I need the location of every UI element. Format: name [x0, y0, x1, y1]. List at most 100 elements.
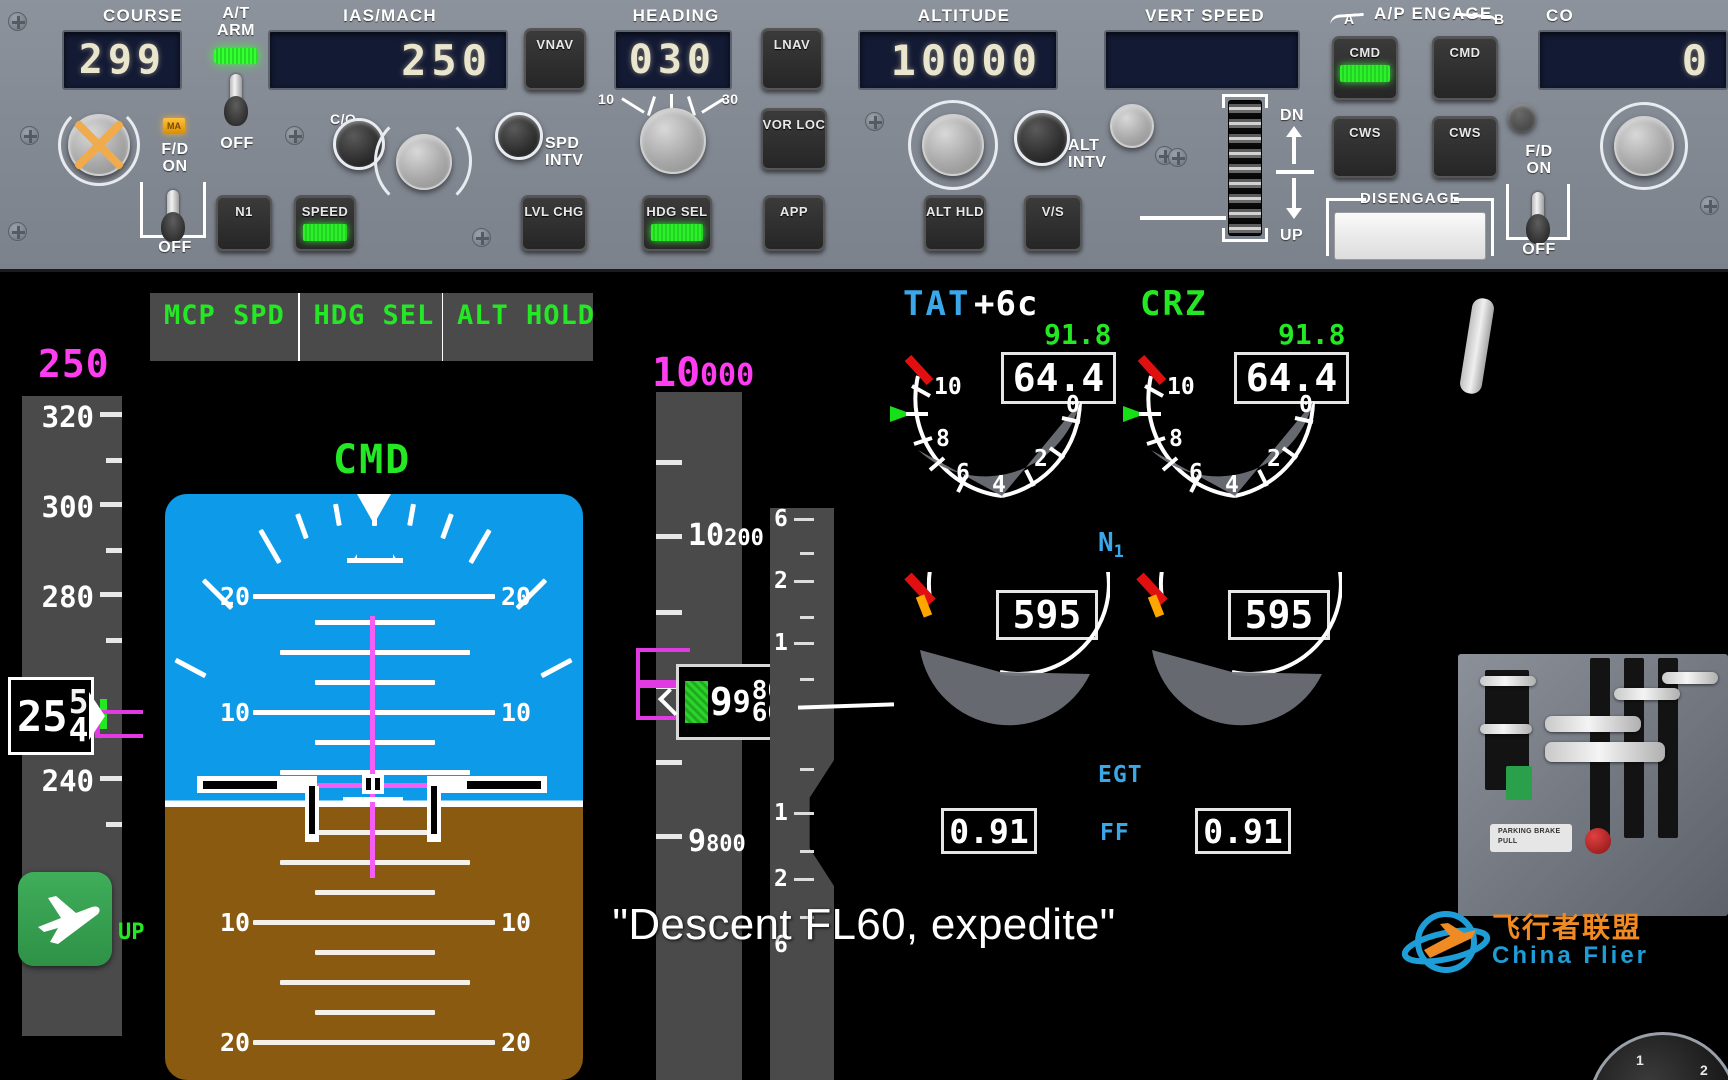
altitude-select-knob[interactable]: [922, 114, 984, 176]
pitch-label-20dn-right: 20: [501, 1028, 532, 1057]
flight-mode-annunciator: MCP SPD HDG SEL ALT HOLD: [150, 293, 594, 361]
btn-alt-hld[interactable]: ALT HLD: [924, 195, 986, 251]
speed-tick: [100, 592, 122, 597]
heading-label: HEADING: [632, 6, 720, 25]
vs-center-line: [1276, 170, 1314, 174]
vsi-label-1dn: 1: [774, 800, 788, 826]
flight-director-vertical-bar: [370, 616, 375, 878]
vsi-label-6up: 6: [774, 506, 788, 532]
bank-tick: [258, 528, 282, 565]
alt-label-thousands: 10: [688, 518, 725, 553]
btn-speed-label: SPEED: [301, 204, 349, 219]
panel-screw: [865, 112, 884, 131]
throttle-lever-1[interactable]: [1480, 676, 1536, 686]
vs-dn-label: DN: [1280, 107, 1305, 124]
aircraft-symbol-left-post-inner: [309, 786, 315, 834]
vsi-tick: [794, 580, 814, 583]
btn-alt-hld-label: ALT HLD: [925, 204, 985, 219]
aircraft-symbol-center-slot: [375, 778, 380, 790]
altitude-green-band: [685, 681, 708, 723]
btn-cws-a[interactable]: CWS: [1332, 116, 1398, 178]
throttle-lever-6[interactable]: [1662, 672, 1718, 684]
at-arm-label: A/T ARM: [217, 5, 255, 39]
autopilot-annunciation: CMD: [333, 437, 412, 483]
pitch-line-2dn: [315, 830, 435, 835]
btn-vis[interactable]: V/S: [1024, 195, 1082, 251]
vertical-speed-wheel[interactable]: [1228, 100, 1262, 236]
btn-speed[interactable]: SPEED: [294, 195, 356, 251]
aircraft-symbol-left-inner: [203, 781, 277, 789]
parking-brake-label: PARKING BRAKE: [1498, 828, 1561, 835]
throttle-lever-3[interactable]: [1545, 716, 1641, 732]
pitch-line-12dn: [315, 950, 435, 955]
bank-tick: [440, 513, 454, 540]
alt-intv-button[interactable]: [1014, 110, 1070, 166]
vert-speed-aux-knob[interactable]: [1110, 104, 1154, 148]
airspeed-rolling-top: 5: [68, 682, 89, 722]
sky-pointer-icon: [357, 494, 391, 524]
at-arm-switch[interactable]: [224, 74, 248, 126]
btn-cws-b[interactable]: CWS: [1432, 116, 1498, 178]
btn-lvl-chg-label: LVL CHG: [524, 204, 584, 219]
svg-text:8: 8: [936, 426, 950, 452]
altitude-tick: [656, 834, 682, 839]
btn-cws-a-label: CWS: [1349, 125, 1381, 140]
svg-text:2: 2: [1034, 446, 1048, 472]
btn-lvl-chg[interactable]: LVL CHG: [521, 195, 587, 251]
mcp-speed-bug-readout: 250: [38, 342, 110, 386]
mcp-altitude-bug-thousands: 10: [652, 350, 701, 396]
btn-hdg-sel-label: HDG SEL: [646, 204, 708, 219]
vert-speed-label: VERT SPEED: [1145, 6, 1265, 25]
aircraft-symbol-right-inner: [467, 781, 541, 789]
btn-lnav[interactable]: LNAV: [761, 28, 823, 90]
btn-app[interactable]: APP: [763, 195, 825, 251]
heading-select-knob[interactable]: [640, 108, 706, 174]
btn-vor-loc[interactable]: VOR LOC: [761, 108, 827, 170]
svg-text:0: 0: [1299, 392, 1313, 418]
btn-cmd-b-label: CMD: [1449, 45, 1481, 60]
btn-app-label: APP: [779, 204, 809, 219]
speedbrake-lever[interactable]: [1458, 296, 1496, 396]
altitude-thousands: 9: [732, 684, 751, 720]
svg-text:0: 0: [1066, 392, 1080, 418]
svg-text:4: 4: [992, 472, 1006, 498]
fd-on-label-right: F/D ON: [1525, 143, 1553, 177]
throttle-lever-5[interactable]: [1614, 688, 1680, 700]
altitude-tick: [656, 760, 682, 765]
spd-intv-label: SPD INTV: [545, 135, 584, 169]
btn-hdg-sel[interactable]: HDG SEL: [642, 195, 712, 251]
btn-cmd-a-label: CMD: [1349, 45, 1381, 60]
course-label: COURSE: [103, 6, 183, 25]
aircraft-symbol-center-slot: [366, 778, 371, 790]
fd-switch-left[interactable]: [161, 190, 185, 242]
heading-display: 030: [614, 30, 732, 90]
vs-up-arrow-shaft: [1292, 178, 1296, 210]
speed-tick-label: 320: [41, 400, 94, 434]
btn-cmd-b[interactable]: CMD: [1432, 36, 1498, 100]
throttle-lever-4[interactable]: [1545, 742, 1665, 762]
speed-tick-label: 240: [41, 764, 94, 798]
pitch-line-15up: [280, 650, 470, 655]
speed-select-knob[interactable]: [396, 134, 452, 190]
course-knob-cross-icon: [69, 115, 129, 175]
ias-mach-display: 250: [268, 30, 508, 90]
btn-vor-loc-label: VOR LOC: [762, 117, 826, 132]
altitude-tick-label-9800: 9800: [688, 824, 746, 859]
right-course-knob[interactable]: [1614, 116, 1674, 176]
fd-switch-right[interactable]: [1526, 192, 1550, 244]
alt-label-hundreds: 200: [724, 526, 764, 551]
throttle-lever-2[interactable]: [1480, 724, 1532, 734]
n1-label: N1: [1098, 528, 1124, 563]
btn-cmd-a[interactable]: CMD: [1332, 36, 1398, 100]
flap-gate-indicator: [1506, 766, 1532, 800]
bank-tick: [174, 657, 207, 679]
panel-screw: [8, 12, 27, 31]
btn-n1[interactable]: N1: [216, 195, 272, 251]
btn-vnav[interactable]: VNAV: [524, 28, 586, 90]
bank-tick: [333, 503, 342, 527]
ap-disengage-bar[interactable]: [1334, 212, 1486, 260]
pitch-label-20up-left: 20: [220, 582, 251, 611]
spd-intv-button[interactable]: [495, 112, 543, 160]
disengage-bracket-right: [1454, 198, 1494, 210]
right-course-display: 0: [1538, 30, 1728, 90]
